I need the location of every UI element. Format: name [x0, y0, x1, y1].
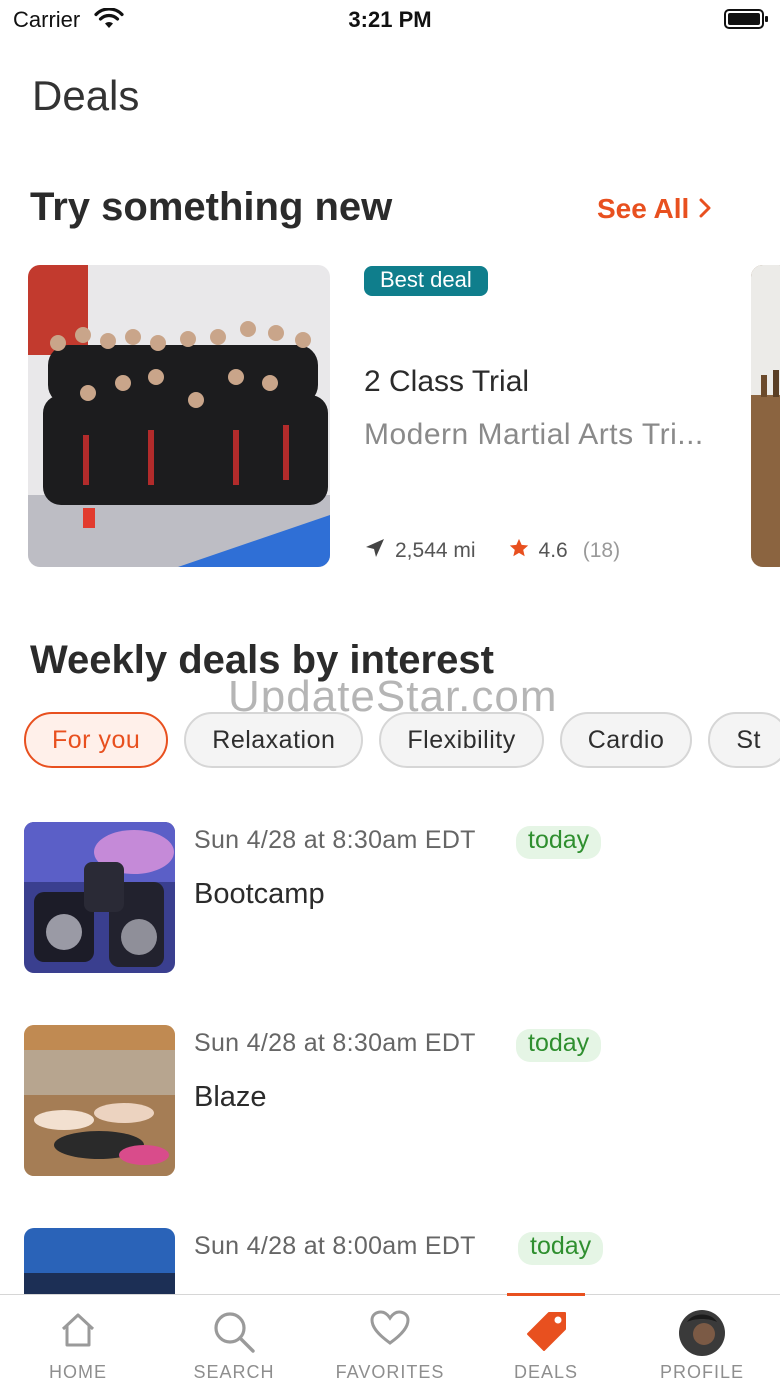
chip-relaxation[interactable]: Relaxation	[184, 712, 364, 768]
location-arrow-icon	[364, 537, 386, 565]
chevron-right-icon	[699, 193, 711, 225]
class-name: Blaze	[194, 1081, 267, 1113]
class-time: Sun 4/28 at 8:30am EDT	[194, 826, 476, 854]
class-time: Sun 4/28 at 8:00am EDT	[194, 1232, 476, 1260]
tab-deals-label: DEALS	[513, 1362, 579, 1382]
tab-search-label: SEARCH	[193, 1362, 275, 1382]
tab-home[interactable]: HOME	[0, 1295, 156, 1388]
chip-strength[interactable]: St	[708, 712, 780, 768]
search-icon	[212, 1310, 256, 1359]
deal-name: 2 Class Trial	[364, 365, 530, 398]
class-name: Bootcamp	[194, 878, 325, 910]
next-deal-card-peek[interactable]	[751, 265, 780, 567]
tab-search[interactable]: SEARCH	[156, 1295, 312, 1388]
deal-photo	[28, 265, 330, 567]
rating: 4.6 (18)	[508, 537, 621, 565]
rating-count: (18)	[582, 539, 621, 562]
distance-value: 2,544 mi	[395, 539, 476, 562]
tab-favorites-label: FAVORITES	[335, 1362, 445, 1382]
today-badge: today	[516, 1029, 602, 1062]
see-all-label: See All	[597, 193, 690, 224]
tab-profile[interactable]: PROFILE	[624, 1295, 780, 1388]
class-photo	[24, 1025, 175, 1176]
tab-deals[interactable]: DEALS	[468, 1295, 624, 1388]
tab-bar: HOME SEARCH FAVORITES DEALS PROFILE	[0, 1293, 780, 1388]
deal-studio: Modern Martial Arts Tri...	[364, 418, 704, 451]
chip-flexibility[interactable]: Flexibility	[379, 712, 544, 768]
price-tag-icon	[523, 1310, 569, 1357]
class-time: Sun 4/28 at 8:30am EDT	[194, 1029, 476, 1057]
interest-chips: For you Relaxation Flexibility Cardio St	[24, 712, 780, 768]
today-badge: today	[518, 1232, 604, 1265]
rating-value: 4.6	[538, 539, 568, 562]
chip-cardio[interactable]: Cardio	[559, 712, 693, 768]
tab-home-label: HOME	[49, 1362, 107, 1382]
battery-icon	[724, 8, 770, 35]
star-icon	[508, 537, 530, 565]
list-item[interactable]: Sun 4/28 at 8:30am EDT today Blaze	[24, 1025, 764, 1177]
featured-section-title: Try something new	[30, 185, 393, 229]
tab-favorites[interactable]: FAVORITES	[312, 1295, 468, 1388]
list-item[interactable]: Sun 4/28 at 8:30am EDT today Bootcamp	[24, 822, 764, 974]
status-time: 3:21 PM	[348, 7, 432, 32]
chip-for-you[interactable]: For you	[24, 712, 169, 768]
best-deal-badge: Best deal	[364, 266, 488, 296]
tab-profile-label: PROFILE	[659, 1362, 745, 1382]
distance: 2,544 mi	[364, 537, 476, 565]
avatar	[679, 1310, 725, 1361]
page-title: Deals	[32, 72, 140, 119]
today-badge: today	[516, 826, 602, 859]
deal-meta: 2,544 mi 4.6 (18)	[364, 537, 620, 565]
home-icon	[58, 1310, 98, 1355]
featured-deal-card[interactable]: Best deal 2 Class Trial Modern Martial A…	[28, 265, 728, 568]
class-photo	[24, 822, 175, 973]
heart-icon	[370, 1310, 410, 1351]
see-all-link[interactable]: See All	[597, 193, 711, 225]
status-bar: Carrier 3:21 PM	[0, 0, 780, 40]
